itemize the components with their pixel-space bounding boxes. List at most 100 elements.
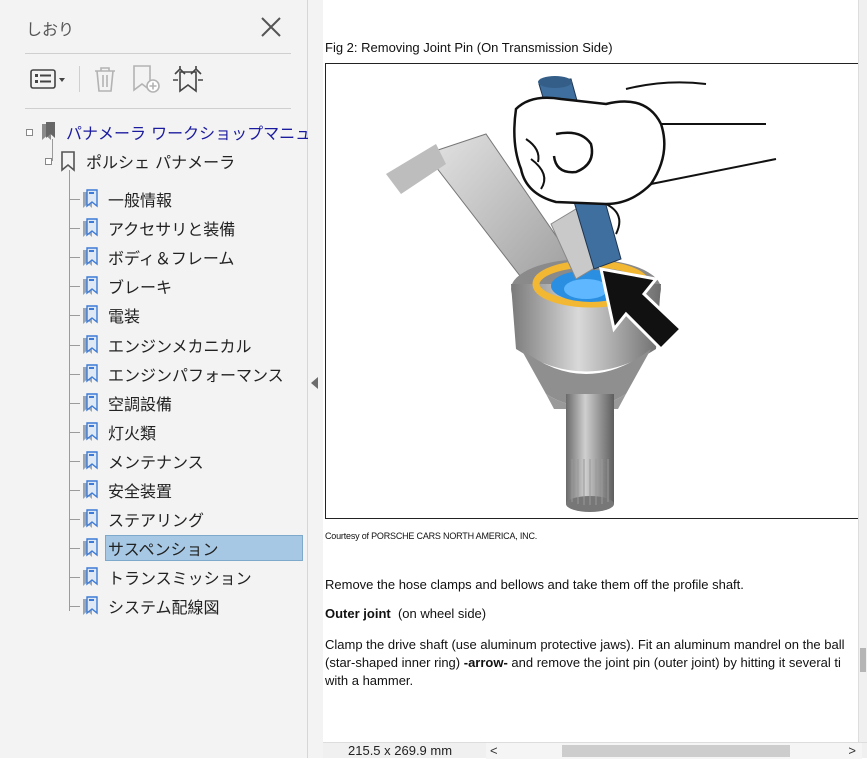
options-list-icon (30, 69, 65, 89)
bookmark-child[interactable]: ポルシェ パナメーラ (45, 149, 237, 173)
bookmark-icon (83, 335, 98, 354)
tree-line (70, 461, 80, 462)
scroll-right-icon[interactable]: > (848, 743, 856, 758)
paragraph-text: (star-shaped inner ring) (325, 655, 464, 670)
bookmark-label: ブレーキ (108, 278, 173, 297)
vertical-scroll-thumb[interactable] (860, 648, 866, 672)
arrow-ref: -arrow- (463, 655, 508, 670)
bookmark-label: 電装 (108, 307, 141, 326)
bookmark-label: アクセサリと装備 (108, 220, 236, 239)
delete-bookmark-button[interactable] (92, 62, 118, 96)
divider (25, 53, 291, 54)
new-bookmark-button[interactable] (131, 62, 163, 96)
vertical-scrollbar[interactable] (858, 0, 867, 742)
bookmark-item[interactable]: トランスミッション (80, 565, 254, 589)
tree-line (70, 228, 80, 229)
bookmark-icon (83, 596, 98, 615)
bookmark-item[interactable]: ステアリング (80, 507, 206, 531)
bookmark-icon (83, 247, 98, 266)
page-size: 215.5 x 269.9 mm (348, 743, 453, 758)
bookmark-icon (83, 276, 98, 295)
courtesy-note: Courtesy of PORSCHE CARS NORTH AMERICA, … (325, 531, 538, 541)
bookmark-item[interactable]: 一般情報 (80, 187, 174, 211)
add-bookmark-icon (133, 65, 160, 93)
paragraph-text: and remove the joint pin (outer joint) b… (507, 655, 841, 670)
tree-line (70, 286, 80, 287)
bookmark-label: パナメーラ ワークショップマニュアル (66, 124, 343, 143)
tree-line (70, 519, 80, 520)
bookmark-icon (83, 364, 98, 383)
bookmark-icon (83, 509, 98, 528)
bookmark-item[interactable]: アクセサリと装備 (80, 216, 237, 240)
bookmark-icon (83, 422, 98, 441)
bookmark-label: ステアリング (108, 511, 205, 530)
outer-joint-title: Outer joint (325, 606, 391, 621)
horizontal-scroll-thumb[interactable] (562, 745, 790, 757)
status-bar: 215.5 x 269.9 mm < > (323, 742, 867, 759)
bookmark-label: ポルシェ パナメーラ (86, 153, 236, 172)
trash-icon (95, 67, 115, 92)
bookmark-label: メンテナンス (108, 453, 204, 472)
bookmark-item[interactable]: ブレーキ (80, 274, 174, 298)
tree-line (70, 577, 80, 578)
tree-line (70, 432, 80, 433)
paragraph: Clamp the drive shaft (use aluminum prot… (325, 637, 845, 652)
bookmark-label: システム配線図 (108, 598, 220, 617)
collapse-toggle[interactable] (26, 128, 33, 136)
bookmark-item[interactable]: 灯火類 (80, 420, 158, 444)
bookmark-outline-icon (61, 151, 75, 172)
bookmarks-panel: しおり パナメーラ ワークショップマニュアル ポルシェ パナメーラ 一般情報 ア… (0, 0, 343, 758)
bookmark-item[interactable]: エンジンメカニカル (80, 333, 254, 357)
bookmark-item[interactable]: ボディ＆フレーム (80, 245, 236, 269)
tree-line (70, 403, 80, 404)
bookmark-item[interactable]: エンジンパフォーマンス (80, 362, 286, 386)
bookmark-label: 灯火類 (108, 424, 157, 443)
bookmark-label: ボディ＆フレーム (108, 249, 235, 268)
bookmark-item[interactable]: メンテナンス (80, 449, 206, 473)
bookmark-icon (83, 189, 98, 208)
tree-line (70, 548, 80, 549)
close-icon[interactable] (258, 14, 284, 40)
paragraph: with a hammer. (325, 673, 414, 688)
bookmark-icon (83, 480, 98, 499)
collapse-toggle[interactable] (45, 157, 52, 165)
tree-line (70, 490, 80, 491)
paragraph: (star-shaped inner ring) -arrow- and rem… (325, 653, 841, 672)
expand-bookmark-button[interactable] (171, 62, 205, 96)
bookmark-item[interactable]: 電装 (80, 303, 142, 327)
scroll-left-icon[interactable]: < (490, 743, 498, 758)
bookmark-icon (83, 218, 98, 237)
bookmark-icon (83, 538, 98, 557)
tree-line (70, 345, 80, 346)
collapse-panel-icon[interactable] (311, 377, 318, 389)
figure-frame (325, 63, 858, 519)
tree-line (70, 257, 80, 258)
paragraph: Remove the hose clamps and bellows and t… (325, 577, 744, 592)
outer-joint-heading: Outer joint (on wheel side) (325, 604, 486, 623)
bookmark-root[interactable]: パナメーラ ワークショップマニュアル (26, 120, 345, 144)
bookmark-label: サスペンション (105, 535, 303, 561)
figure-caption: Fig 2: Removing Joint Pin (On Transmissi… (325, 40, 613, 55)
horizontal-scrollbar[interactable]: < > (486, 743, 862, 759)
bookmark-label: エンジンメカニカル (108, 337, 252, 356)
bookmark-icon (83, 567, 98, 586)
tree-line (69, 170, 70, 611)
bookmark-icon (83, 305, 98, 324)
bookmark-icon (83, 451, 98, 470)
document-page: Fig 2: Removing Joint Pin (On Transmissi… (323, 0, 858, 742)
options-button[interactable] (30, 62, 68, 96)
outer-joint-note: (on wheel side) (397, 606, 487, 621)
bookmark-icon (83, 393, 98, 412)
bookmark-label: 安全装置 (108, 482, 173, 501)
bookmark-item[interactable]: 空調設備 (80, 391, 174, 415)
bookmark-item[interactable]: 安全装置 (80, 478, 174, 502)
bookmark-group-icon (42, 122, 55, 140)
panel-title: しおり (26, 20, 75, 39)
bookmark-label: 空調設備 (108, 395, 173, 414)
bookmark-label: 一般情報 (108, 191, 173, 210)
bookmark-label: トランスミッション (108, 569, 252, 588)
bookmark-item[interactable]: サスペンション (80, 535, 303, 561)
toolbar-separator (79, 66, 80, 92)
bookmark-item[interactable]: システム配線図 (80, 594, 222, 618)
tree-line (70, 315, 80, 316)
